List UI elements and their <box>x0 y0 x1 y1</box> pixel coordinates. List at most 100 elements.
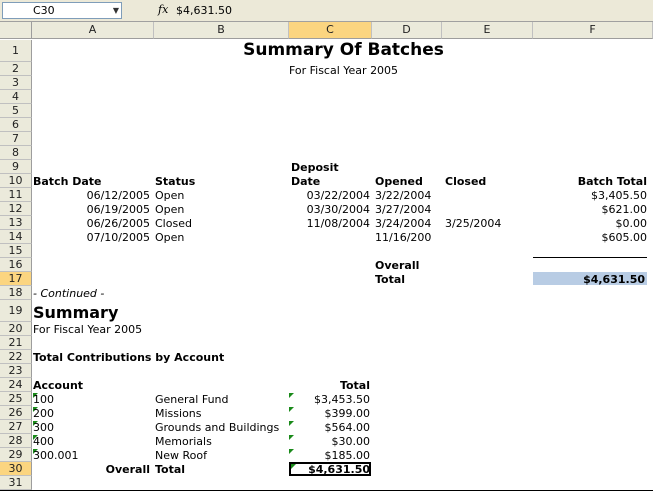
summary-title: Summary <box>33 303 119 322</box>
row-header[interactable]: 6 <box>0 118 32 132</box>
summary-total-label: Total <box>155 463 186 476</box>
row-header[interactable]: 27 <box>0 420 32 434</box>
total-rule <box>533 257 647 258</box>
row-header[interactable]: 17 <box>0 272 32 286</box>
chevron-down-icon[interactable]: ▼ <box>113 3 119 18</box>
account-number: 400 <box>33 435 54 448</box>
row-header[interactable]: 21 <box>0 336 32 350</box>
deposit-date: 11/08/2004 <box>306 217 370 230</box>
account-number: 300.001 <box>33 449 79 462</box>
overall-total-value: $4,631.50 <box>583 273 645 286</box>
row-header[interactable]: 3 <box>0 76 32 90</box>
account-total: $399.00 <box>324 407 371 420</box>
batch-total-header: Batch Total <box>577 175 647 188</box>
row-header[interactable]: 31 <box>0 476 32 490</box>
batch-date-header: Batch Date <box>33 175 102 188</box>
row-header[interactable]: 1 <box>0 40 32 62</box>
overall-label: Overall <box>375 259 420 272</box>
batch-status: Open <box>155 189 185 202</box>
batch-date: 06/19/2005 <box>86 203 150 216</box>
account-total: $185.00 <box>324 449 371 462</box>
opened-date: 11/16/200 <box>375 231 432 244</box>
row-header[interactable]: 19 <box>0 300 32 322</box>
account-total: $3,453.50 <box>314 393 370 406</box>
row-header[interactable]: 20 <box>0 322 32 336</box>
page-break-line <box>0 490 653 491</box>
function-icon[interactable]: fx <box>158 3 168 16</box>
row-header[interactable]: 23 <box>0 364 32 378</box>
row-header[interactable]: 13 <box>0 216 32 230</box>
row-header[interactable]: 12 <box>0 202 32 216</box>
status-header: Status <box>155 175 196 188</box>
summary-subtitle: For Fiscal Year 2005 <box>33 323 143 336</box>
total-label: Total <box>375 273 406 286</box>
row-header[interactable]: 24 <box>0 378 32 392</box>
continued-label: - Continued - <box>33 287 105 300</box>
row-header[interactable]: 26 <box>0 406 32 420</box>
column-header-a[interactable]: A <box>32 22 154 39</box>
account-header: Account <box>33 379 84 392</box>
batch-total: $605.00 <box>601 231 648 244</box>
summary-overall-label: Overall <box>105 463 150 476</box>
deposit-date: 03/22/2004 <box>306 189 370 202</box>
batch-total: $0.00 <box>615 217 648 230</box>
date-header: Date <box>291 175 321 188</box>
account-name: Missions <box>155 407 202 420</box>
batch-date: 06/26/2005 <box>86 217 150 230</box>
report-title: Summary Of Batches <box>243 40 444 60</box>
account-total: $564.00 <box>324 421 371 434</box>
row-header[interactable]: 14 <box>0 230 32 244</box>
column-header-d[interactable]: D <box>372 22 442 39</box>
row-header[interactable]: 22 <box>0 350 32 364</box>
row-header[interactable]: 11 <box>0 188 32 202</box>
account-name: Memorials <box>155 435 212 448</box>
closed-header: Closed <box>445 175 487 188</box>
deposit-date: 03/30/2004 <box>306 203 370 216</box>
batch-status: Open <box>155 203 185 216</box>
account-number: 200 <box>33 407 54 420</box>
row-header[interactable]: 18 <box>0 286 32 300</box>
row-header[interactable]: 29 <box>0 448 32 462</box>
account-name: General Fund <box>155 393 229 406</box>
opened-date: 3/27/2004 <box>375 203 432 216</box>
batch-total: $3,405.50 <box>591 189 647 202</box>
row-header[interactable]: 7 <box>0 132 32 146</box>
formula-input[interactable]: $4,631.50 <box>176 4 232 17</box>
account-number: 300 <box>33 421 54 434</box>
formula-bar: C30 ▼ fx $4,631.50 <box>0 0 653 22</box>
row-header[interactable]: 2 <box>0 62 32 76</box>
column-header-e[interactable]: E <box>442 22 533 39</box>
total-header: Total <box>339 379 370 392</box>
contrib-heading: Total Contributions by Account <box>33 351 225 364</box>
account-name: New Roof <box>155 449 207 462</box>
row-header[interactable]: 9 <box>0 160 32 174</box>
row-header[interactable]: 15 <box>0 244 32 258</box>
row-header[interactable]: 16 <box>0 258 32 272</box>
opened-date: 3/22/2004 <box>375 189 432 202</box>
row-header[interactable]: 4 <box>0 90 32 104</box>
column-header-f[interactable]: F <box>533 22 653 39</box>
batch-date: 06/12/2005 <box>86 189 150 202</box>
opened-header: Opened <box>375 175 423 188</box>
batch-status: Open <box>155 231 185 244</box>
closed-date: 3/25/2004 <box>445 217 502 230</box>
select-all-corner[interactable] <box>0 22 32 39</box>
column-header-b[interactable]: B <box>154 22 289 39</box>
name-box-value: C30 <box>33 4 55 17</box>
report-subtitle: For Fiscal Year 2005 <box>288 64 399 77</box>
summary-total-value: $4,631.50 <box>308 463 370 476</box>
row-header[interactable]: 5 <box>0 104 32 118</box>
row-header[interactable]: 8 <box>0 146 32 160</box>
row-header[interactable]: 28 <box>0 434 32 448</box>
batch-date: 07/10/2005 <box>86 231 150 244</box>
row-header[interactable]: 30 <box>0 462 32 476</box>
opened-date: 3/24/2004 <box>375 217 432 230</box>
row-header[interactable]: 10 <box>0 174 32 188</box>
deposit-header: Deposit <box>291 161 339 174</box>
row-header[interactable]: 25 <box>0 392 32 406</box>
account-total: $30.00 <box>331 435 371 448</box>
name-box[interactable]: C30 ▼ <box>2 2 122 19</box>
batch-total: $621.00 <box>601 203 648 216</box>
batch-status: Closed <box>155 217 192 230</box>
column-header-c[interactable]: C <box>289 22 372 39</box>
